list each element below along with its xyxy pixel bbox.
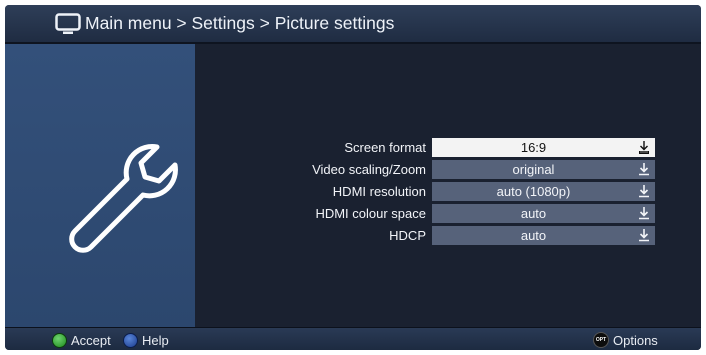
- setting-row-video-scaling[interactable]: Video scaling/Zoom original: [195, 160, 701, 180]
- setting-row-hdcp[interactable]: HDCP auto: [195, 226, 701, 246]
- settings-panel: Screen format 16:9 Video scaling/Zoom or…: [195, 44, 701, 327]
- options-button[interactable]: OPT Options: [593, 332, 658, 348]
- setting-value: auto (1080p): [496, 184, 571, 199]
- hdcp-select[interactable]: auto: [432, 226, 655, 245]
- header-bar: Main menu > Settings > Picture settings: [5, 5, 701, 44]
- download-arrow-icon: [639, 229, 649, 242]
- help-button[interactable]: Help: [123, 332, 169, 348]
- setting-value: auto: [520, 228, 547, 243]
- setting-value: auto: [520, 206, 547, 221]
- blue-button-icon: [123, 332, 138, 348]
- setting-value: original: [512, 162, 555, 177]
- setting-label: HDCP: [389, 228, 426, 243]
- accept-button[interactable]: Accept: [52, 332, 111, 348]
- download-arrow-icon: [639, 163, 649, 176]
- hdmi-resolution-select[interactable]: auto (1080p): [432, 182, 655, 201]
- setting-row-hdmi-colour-space[interactable]: HDMI colour space auto: [195, 204, 701, 224]
- sidebar-panel: [5, 44, 195, 327]
- screen-format-select[interactable]: 16:9: [432, 138, 655, 157]
- osd-screen: Main menu > Settings > Picture settings …: [5, 5, 701, 350]
- footer-bar: Accept Help OPT Options: [5, 327, 701, 350]
- accept-label: Accept: [71, 332, 111, 348]
- options-label: Options: [613, 332, 658, 348]
- tv-icon: [55, 13, 81, 34]
- download-arrow-icon: [639, 207, 649, 220]
- setting-label: Video scaling/Zoom: [312, 162, 426, 177]
- help-label: Help: [142, 332, 169, 348]
- setting-label: Screen format: [344, 140, 426, 155]
- download-arrow-icon: [639, 185, 649, 198]
- setting-label: HDMI colour space: [315, 206, 426, 221]
- breadcrumb: Main menu > Settings > Picture settings: [85, 13, 395, 33]
- hdmi-colour-space-select[interactable]: auto: [432, 204, 655, 223]
- download-arrow-icon: [639, 141, 649, 154]
- video-scaling-select[interactable]: original: [432, 160, 655, 179]
- green-button-icon: [52, 332, 67, 348]
- setting-row-screen-format[interactable]: Screen format 16:9: [195, 138, 701, 158]
- setting-value: 16:9: [520, 140, 547, 155]
- wrench-icon: [69, 144, 178, 253]
- opt-button-icon: OPT: [593, 332, 609, 348]
- setting-label: HDMI resolution: [332, 184, 426, 199]
- setting-row-hdmi-resolution[interactable]: HDMI resolution auto (1080p): [195, 182, 701, 202]
